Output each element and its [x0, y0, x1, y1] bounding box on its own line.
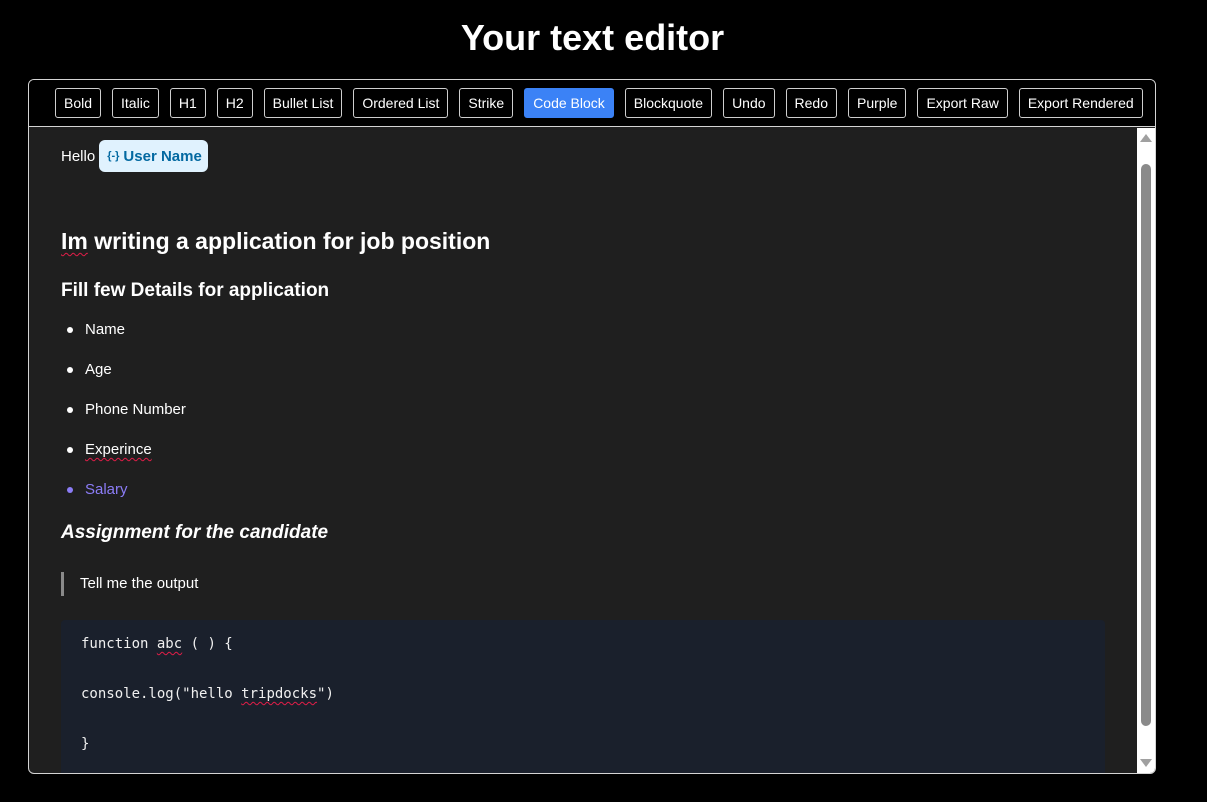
export-rendered-button[interactable]: Export Rendered [1018, 88, 1143, 118]
export-raw-button[interactable]: Export Raw [917, 88, 1008, 118]
scrollbar-thumb[interactable] [1141, 164, 1151, 726]
scroll-up-arrow-icon[interactable] [1140, 134, 1152, 142]
misspelled-word: Experince [85, 441, 152, 458]
strike-button[interactable]: Strike [459, 88, 514, 118]
scroll-down-arrow-icon[interactable] [1140, 759, 1152, 767]
greeting-text: Hello [61, 147, 96, 165]
list-item: Experince [61, 438, 186, 478]
code-line: function abc ( ) { [81, 636, 233, 652]
code-block-button[interactable]: Code Block [524, 88, 614, 118]
list-item: Phone Number [61, 398, 186, 438]
list-item: Salary [61, 478, 186, 518]
h2-button[interactable]: H2 [216, 88, 253, 118]
bold-button[interactable]: Bold [55, 88, 102, 118]
variable-mention[interactable]: {-} User Name [99, 140, 208, 172]
greeting-paragraph: Hello {-} User Name [61, 140, 208, 172]
heading-2: Fill few Details for application [61, 280, 330, 301]
redo-button[interactable]: Redo [785, 88, 837, 118]
variable-icon: {-} [107, 150, 120, 162]
list-item: Name [61, 318, 186, 358]
code-line: } [81, 736, 90, 752]
mention-label: User Name [123, 147, 202, 165]
vertical-scrollbar[interactable] [1137, 128, 1155, 773]
misspelled-word: abc [156, 636, 183, 652]
editor-toolbar: Bold Italic H1 H2 Bullet List Ordered Li… [29, 80, 1155, 127]
misspelled-word: tripdocks [241, 686, 318, 702]
list-item: Age [61, 358, 186, 398]
italic-button[interactable]: Italic [112, 88, 159, 118]
text-editor: Bold Italic H1 H2 Bullet List Ordered Li… [28, 79, 1156, 774]
ordered-list-button[interactable]: Ordered List [353, 88, 449, 118]
blockquote-button[interactable]: Blockquote [624, 88, 713, 118]
h1-button[interactable]: H1 [169, 88, 206, 118]
blockquote: Tell me the output [61, 572, 198, 596]
purple-button[interactable]: Purple [848, 88, 907, 118]
heading-3: Assignment for the candidate [61, 522, 329, 543]
code-block: function abc ( ) { console.log("hello tr… [61, 620, 1105, 773]
page-title: Your text editor [460, 17, 725, 58]
bullet-list-button[interactable]: Bullet List [263, 88, 343, 118]
editor-content[interactable]: Hello {-} User Name Im writing a applica… [29, 128, 1137, 773]
heading-1: Im writing a application for job positio… [61, 228, 490, 255]
code-line: console.log("hello tripdocks") [81, 686, 334, 702]
misspelled-word: Im [61, 228, 88, 254]
undo-button[interactable]: Undo [723, 88, 775, 118]
heading-1-text: writing a application for job position [87, 228, 491, 254]
bullet-list: Name Age Phone Number Experince Salary [61, 318, 186, 518]
